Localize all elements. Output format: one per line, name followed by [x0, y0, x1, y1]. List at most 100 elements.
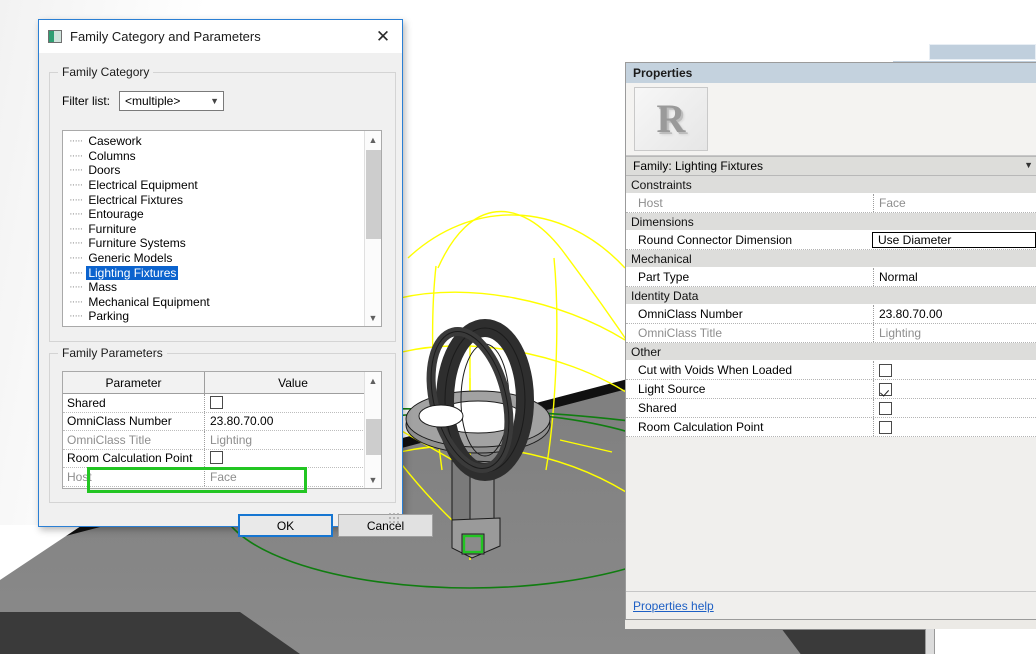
category-item[interactable]: ····· Parking: [63, 309, 381, 324]
category-item[interactable]: ····· Entourage: [63, 207, 381, 222]
category-item-label: Furniture: [88, 221, 137, 236]
category-item[interactable]: ····· Lighting Fixtures: [63, 265, 381, 280]
parameter-name: Host: [63, 468, 205, 486]
top-right-bar-upper: [929, 44, 1036, 60]
parameter-row[interactable]: Room Calculation Point: [63, 449, 381, 468]
property-name: OmniClass Title: [638, 326, 723, 340]
parameter-row[interactable]: OmniClass Number 23.80.70.00: [63, 412, 381, 431]
category-item[interactable]: ····· Mechanical Equipment: [63, 295, 381, 310]
category-item[interactable]: ····· Doors: [63, 163, 381, 178]
properties-preview: R: [626, 83, 1036, 156]
family-parameters-legend: Family Parameters: [58, 346, 167, 360]
property-row[interactable]: OmniClass Title Lighting: [626, 324, 1036, 343]
bottom-right-gutter: [925, 629, 935, 654]
scroll-up-icon[interactable]: ▲: [365, 131, 381, 148]
scroll-up-icon[interactable]: ▲: [365, 372, 381, 389]
resize-grip[interactable]: [388, 512, 399, 523]
property-row[interactable]: Host Face: [626, 194, 1036, 213]
close-icon[interactable]: ✕: [368, 24, 398, 50]
checkbox-icon[interactable]: [210, 395, 223, 409]
category-item-label: Generic Models: [88, 251, 173, 266]
parameter-row[interactable]: OmniClass Title Lighting: [63, 431, 381, 450]
category-item[interactable]: ····· Electrical Fixtures: [63, 192, 381, 207]
property-name: Room Calculation Point: [638, 420, 764, 434]
category-item[interactable]: ····· Generic Models: [63, 251, 381, 266]
property-row[interactable]: Part Type Normal: [626, 268, 1036, 287]
category-item[interactable]: ····· Furniture Systems: [63, 236, 381, 251]
revit-logo-icon: R: [634, 87, 708, 151]
category-item-label: Doors: [88, 163, 121, 178]
parameter-value[interactable]: [205, 450, 381, 468]
property-value[interactable]: Face: [873, 194, 1036, 212]
tree-connector-icon: ·····: [69, 222, 83, 235]
category-item[interactable]: ····· Furniture: [63, 222, 381, 237]
property-value[interactable]: [873, 361, 1036, 379]
filter-row: Filter list: <multiple> ▼: [62, 91, 224, 111]
property-name: Shared: [638, 401, 677, 415]
ok-button[interactable]: OK: [238, 514, 333, 537]
property-value[interactable]: [873, 380, 1036, 398]
parameter-value[interactable]: [205, 394, 381, 412]
checkbox-icon[interactable]: [879, 382, 892, 396]
checkbox-icon[interactable]: [210, 451, 223, 465]
property-group-header: Dimensions: [626, 213, 1036, 231]
tree-connector-icon: ·····: [69, 208, 83, 221]
parameter-value[interactable]: Lighting: [205, 431, 381, 449]
parameters-scrollbar[interactable]: ▲ ▼: [364, 372, 381, 488]
category-item[interactable]: ····· Columns: [63, 149, 381, 164]
category-item[interactable]: ····· Mass: [63, 280, 381, 295]
property-value[interactable]: Normal: [873, 268, 1036, 286]
parameter-row[interactable]: Shared: [63, 394, 381, 413]
family-category-dialog[interactable]: Family Category and Parameters ✕ Family …: [38, 19, 433, 537]
properties-title: Properties: [626, 63, 1036, 83]
property-group-header: Constraints: [626, 176, 1036, 194]
property-row[interactable]: Cut with Voids When Loaded: [626, 361, 1036, 380]
property-row[interactable]: OmniClass Number 23.80.70.00: [626, 305, 1036, 324]
family-parameters-table[interactable]: Parameter Value Shared OmniClass Number 23…: [62, 371, 382, 489]
property-row[interactable]: Shared: [626, 399, 1036, 418]
property-row[interactable]: Round Connector Dimension Use Diameter: [626, 231, 1036, 250]
tree-connector-icon: ·····: [69, 295, 83, 308]
chevron-down-icon: ▼: [210, 96, 219, 106]
property-value[interactable]: Use Diameter: [872, 232, 1036, 248]
checkbox-icon[interactable]: [879, 363, 892, 377]
tree-connector-icon: ·····: [69, 266, 83, 279]
properties-help-link[interactable]: Properties help: [633, 599, 714, 613]
properties-table[interactable]: Constraints Host Face Dimensions Round Conne…: [626, 176, 1036, 437]
scroll-down-icon[interactable]: ▼: [365, 471, 381, 488]
category-list-scrollbar[interactable]: ▲ ▼: [364, 131, 381, 326]
checkbox-icon[interactable]: [879, 420, 892, 434]
parameter-name: OmniClass Title: [63, 431, 205, 449]
category-item[interactable]: ····· Casework: [63, 134, 381, 149]
scrollbar-thumb[interactable]: [366, 419, 381, 455]
tree-connector-icon: ·····: [69, 281, 83, 294]
property-value[interactable]: [873, 399, 1036, 417]
property-name: Cut with Voids When Loaded: [638, 363, 793, 377]
category-listbox[interactable]: ····· Casework ····· Columns ····· Doors ·····…: [62, 130, 382, 327]
family-parameters-group: Family Parameters Parameter Value Shared…: [49, 346, 396, 503]
property-row[interactable]: Room Calculation Point: [626, 418, 1036, 437]
category-item-label: Mechanical Equipment: [88, 294, 210, 309]
property-value[interactable]: 23.80.70.00: [873, 305, 1036, 323]
cancel-button[interactable]: Cancel: [338, 514, 433, 537]
family-category-icon: [48, 30, 62, 43]
scrollbar-thumb[interactable]: [366, 150, 381, 239]
property-row[interactable]: Light Source: [626, 380, 1036, 399]
filter-list-dropdown[interactable]: <multiple> ▼: [119, 91, 224, 111]
category-item-label: Entourage: [88, 207, 144, 222]
parameter-row[interactable]: Host Face: [63, 468, 381, 487]
scroll-down-icon[interactable]: ▼: [365, 309, 381, 326]
properties-palette[interactable]: Properties R Family: Lighting Fixtures ▼…: [625, 62, 1036, 620]
parameter-value[interactable]: 23.80.70.00: [205, 413, 381, 431]
property-value[interactable]: [873, 418, 1036, 436]
property-value[interactable]: Lighting: [873, 324, 1036, 342]
dialog-title: Family Category and Parameters: [70, 29, 261, 44]
revit-r-glyph: R: [656, 96, 686, 141]
category-item[interactable]: ····· Electrical Equipment: [63, 178, 381, 193]
parameter-value[interactable]: Face: [205, 468, 381, 486]
type-selector[interactable]: Family: Lighting Fixtures ▼: [626, 156, 1036, 176]
checkbox-icon[interactable]: [879, 401, 892, 415]
tree-connector-icon: ·····: [69, 193, 83, 206]
property-group-header: Mechanical: [626, 250, 1036, 268]
tree-connector-icon: ·····: [69, 135, 83, 148]
